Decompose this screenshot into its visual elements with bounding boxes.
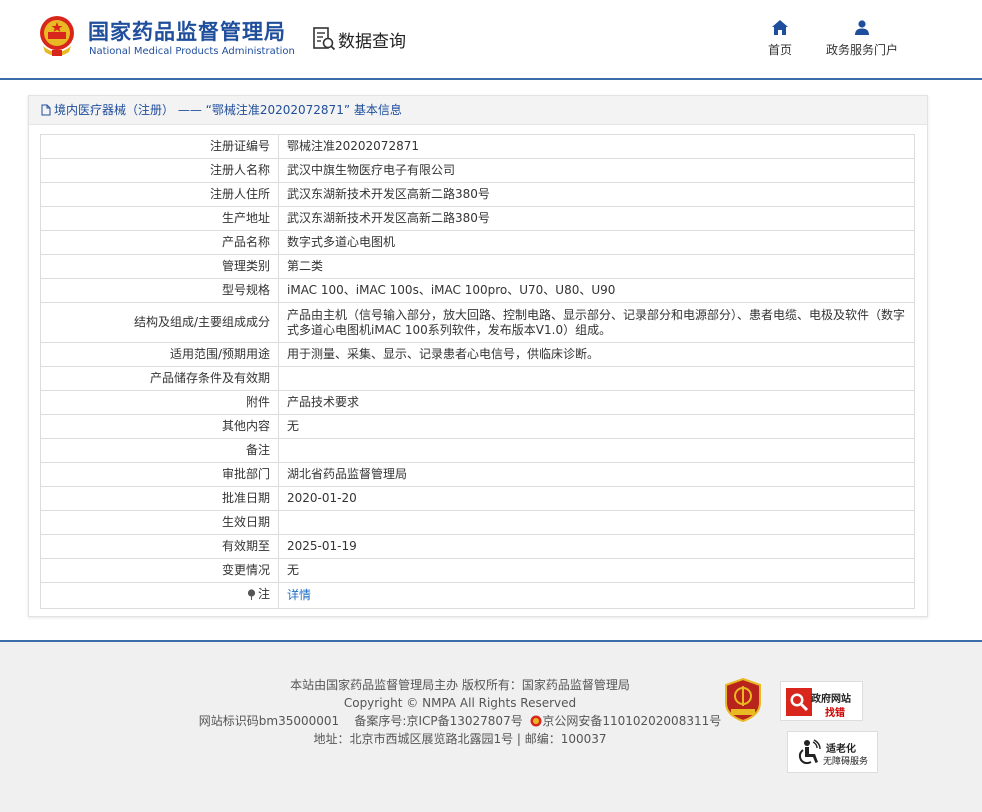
row-value [278,366,915,391]
row-key: 变更情况 [40,558,279,583]
table-row: 生效日期 [40,510,915,535]
table-row: 备注 [40,438,915,463]
user-icon [855,20,869,35]
row-key: 适用范围/预期用途 [40,342,279,367]
row-key: 附件 [40,390,279,415]
note-pin-icon [247,589,256,600]
row-key: 注册证编号 [40,134,279,159]
row-key: 注册人住所 [40,182,279,207]
footer-copyright: Copyright © NMPA All Rights Reserved [343,696,577,710]
table-row: 产品储存条件及有效期 [40,366,915,391]
row-key-note: 注 [40,582,279,609]
row-key: 产品名称 [40,230,279,255]
row-value [278,510,915,535]
row-key: 生产地址 [40,206,279,231]
accessibility-service-badge[interactable]: 适老化 无障碍服务 [787,731,878,773]
row-value: iMAC 100、iMAC 100s、iMAC 100pro、U70、U80、U… [278,278,915,303]
accessibility-icon [798,739,821,765]
row-key: 备注 [40,438,279,463]
national-emblem-icon [40,16,74,56]
table-row: 注册证编号 鄂械注准20202072871 [40,134,915,159]
nav-home[interactable]: 首页 [766,20,794,58]
badge-access-text-2: 无障碍服务 [823,757,869,767]
row-key: 管理类别 [40,254,279,279]
row-value: 2025-01-19 [278,534,915,559]
table-row: 生产地址 武汉东湖新技术开发区高新二路380号 [40,206,915,231]
row-value: 武汉东湖新技术开发区高新二路380号 [278,182,915,207]
table-row: 审批部门 湖北省药品监督管理局 [40,462,915,487]
footer-text: 本站由国家药品监督管理局主办 版权所有：国家药品监督管理局 Copyright … [180,676,740,748]
note-key-label: 注 [257,587,270,601]
row-value: 数字式多道心电图机 [278,230,915,255]
brand-title-en: National Medical Products Administration [89,46,295,57]
row-value: 产品技术要求 [278,390,915,415]
document-icon [41,104,51,116]
card-title: 境内医疗器械（注册） —— “鄂械注准20202072871” 基本信息 [29,96,927,125]
table-row: 型号规格 iMAC 100、iMAC 100s、iMAC 100pro、U70、U… [40,278,915,303]
site-header: 国家药品监督管理局 National Medical Products Admi… [0,0,982,80]
detail-card: 境内医疗器械（注册） —— “鄂械注准20202072871” 基本信息 注册证… [28,95,928,617]
footer-sponsor: 本站由国家药品监督管理局主办 版权所有：国家药品监督管理局 [290,678,630,692]
row-key: 其他内容 [40,414,279,439]
row-value: 湖北省药品监督管理局 [278,462,915,487]
table-row: 有效期至 2025-01-19 [40,534,915,559]
row-value [278,438,915,463]
gov-site-error-report-badge[interactable]: 政府网站 找错 [780,681,863,721]
row-value: 用于测量、采集、显示、记录患者心电信号，供临床诊断。 [278,342,915,367]
footer-site-id: 网站标识码bm35000001 [198,714,340,728]
footer-registration: 网站标识码bm35000001 备案序号:京ICP备13027807号 京公网安… [180,712,740,730]
table-row: 其他内容无 [40,414,915,439]
table-row: 变更情况无 [40,558,915,583]
data-query-icon [313,27,336,51]
data-query-title: 数据查询 [338,32,406,52]
row-key: 产品储存条件及有效期 [40,366,279,391]
footer-icp-link[interactable]: 备案序号:京ICP备13027807号 [354,714,522,728]
badge-error-text-1: 政府网站 [811,694,851,705]
nav-service-portal[interactable]: 政务服务门户 [822,20,902,58]
site-footer: 本站由国家药品监督管理局主办 版权所有：国家药品监督管理局 Copyright … [0,640,982,812]
badge-error-text-2: 找错 [825,708,845,719]
footer-address: 地址：北京市西城区展览路北露园1号 | 邮编：100037 [313,732,607,746]
row-key: 审批部门 [40,462,279,487]
row-value: 2020-01-20 [278,486,915,511]
party-organization-badge-icon[interactable] [722,677,764,723]
police-emblem-icon [530,715,542,727]
home-icon [772,20,788,35]
card-title-text: 境内医疗器械（注册） —— “鄂械注准20202072871” 基本信息 [54,102,402,117]
table-row: 结构及组成/主要组成成分 产品由主机（信号输入部分，放大回路、控制电路、显示部分、… [40,302,915,343]
row-value: 武汉东湖新技术开发区高新二路380号 [278,206,915,231]
row-key: 生效日期 [40,510,279,535]
table-row: 产品名称 数字式多道心电图机 [40,230,915,255]
badge-access-text-1: 适老化 [826,744,856,755]
details-link[interactable]: 详情 [287,588,311,602]
nav-portal-label: 政务服务门户 [825,43,898,57]
row-value: 第二类 [278,254,915,279]
table-row: 批准日期 2020-01-20 [40,486,915,511]
row-value: 武汉中旗生物医疗电子有限公司 [278,158,915,183]
row-value: 无 [278,414,915,439]
row-key: 有效期至 [40,534,279,559]
nav-home-label: 首页 [767,43,792,57]
table-row: 注册人名称 武汉中旗生物医疗电子有限公司 [40,158,915,183]
row-value-note: 详情 [278,582,915,609]
footer-police-link[interactable]: 京公网安备11010202008311号 [542,714,721,728]
detail-table: 注册证编号 鄂械注准20202072871 注册人名称 武汉中旗生物医疗电子有限公司… [40,134,915,609]
row-value: 无 [278,558,915,583]
table-row: 适用范围/预期用途 用于测量、采集、显示、记录患者心电信号，供临床诊断。 [40,342,915,367]
row-key: 型号规格 [40,278,279,303]
row-key: 结构及组成/主要组成成分 [40,302,279,343]
row-key: 批准日期 [40,486,279,511]
table-row: 注册人住所 武汉东湖新技术开发区高新二路380号 [40,182,915,207]
row-value: 产品由主机（信号输入部分，放大回路、控制电路、显示部分、记录部分和电源部分）、患… [278,302,915,343]
table-row: 管理类别 第二类 [40,254,915,279]
table-row-note: 注 详情 [40,582,915,609]
row-value: 鄂械注准20202072871 [278,134,915,159]
magnifier-icon [786,688,812,716]
table-row: 附件 产品技术要求 [40,390,915,415]
row-key: 注册人名称 [40,158,279,183]
brand-title-cn: 国家药品监督管理局 [88,20,286,44]
